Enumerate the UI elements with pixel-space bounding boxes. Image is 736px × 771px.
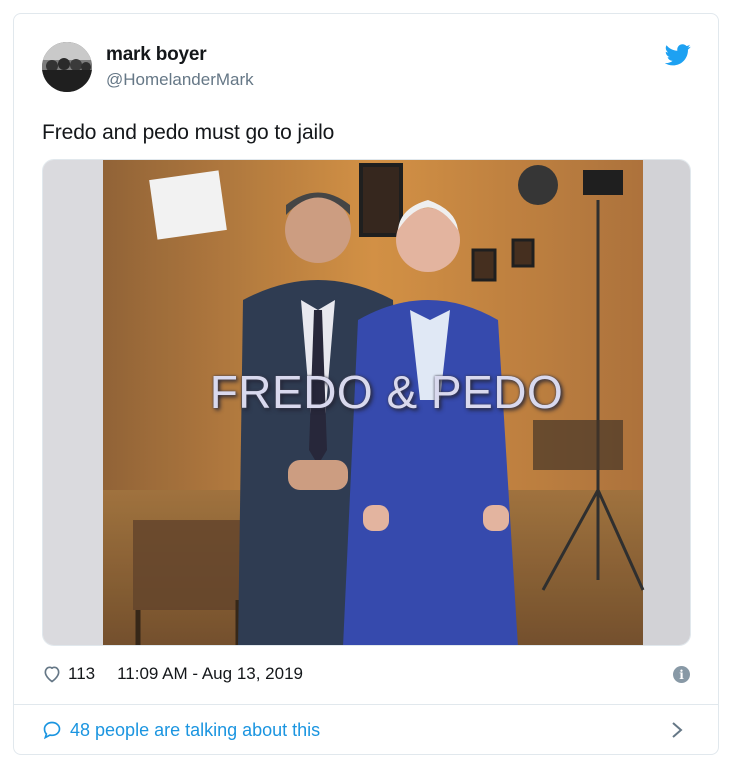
like-count[interactable]: 113: [68, 664, 95, 684]
tweet-text: Fredo and pedo must go to jailo: [42, 121, 335, 144]
timestamp[interactable]: 11:09 AM - Aug 13, 2019: [117, 664, 303, 684]
info-icon[interactable]: i: [673, 666, 690, 683]
conversation-label[interactable]: 48 people are talking about this: [70, 720, 320, 741]
author-name[interactable]: mark boyer: [106, 44, 207, 66]
comment-bubble-icon: [43, 721, 61, 740]
chevron-right-icon[interactable]: [670, 720, 684, 740]
heart-icon[interactable]: [42, 664, 62, 684]
twitter-bird-icon[interactable]: [665, 44, 691, 66]
tweet-card[interactable]: mark boyer @HomelanderMark Fredo and ped…: [13, 13, 719, 755]
image-caption: FREDO & PEDO: [209, 366, 564, 418]
avatar[interactable]: [42, 42, 92, 92]
tweet-meta: 113 11:09 AM - Aug 13, 2019 i: [42, 660, 690, 688]
tweet-photo[interactable]: FREDO & PEDO: [42, 159, 691, 646]
author-handle[interactable]: @HomelanderMark: [106, 70, 254, 90]
conversation-link[interactable]: 48 people are talking about this: [42, 714, 690, 746]
divider: [14, 704, 718, 705]
